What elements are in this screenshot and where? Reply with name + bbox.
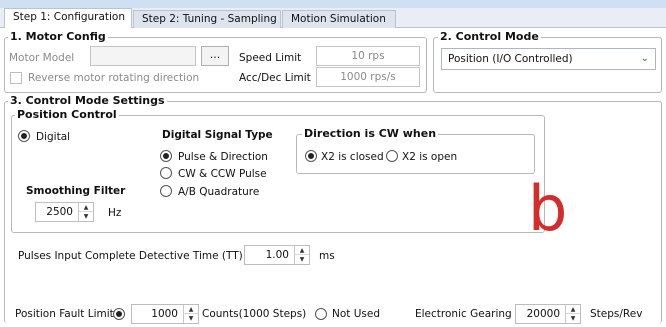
reverse-direction-checkbox[interactable] bbox=[10, 72, 22, 84]
spin-up-icon[interactable]: ▲ bbox=[184, 305, 198, 314]
spin-up-icon[interactable]: ▲ bbox=[79, 203, 93, 212]
digital-label: Digital bbox=[36, 131, 71, 143]
acc-dec-limit-label: Acc/Dec Limit bbox=[239, 72, 311, 84]
speed-limit-field[interactable]: 10 rps bbox=[316, 46, 420, 66]
electronic-gearing-unit: Steps/Rev bbox=[590, 308, 643, 320]
smoothing-spinner[interactable]: 2500 ▲ ▼ bbox=[35, 202, 94, 222]
pulses-input-value: 1.00 bbox=[265, 249, 289, 261]
window-top-strip bbox=[0, 0, 666, 8]
electronic-gearing-value: 20000 bbox=[526, 308, 560, 320]
motor-model-label: Motor Model bbox=[9, 52, 75, 64]
digital-radio[interactable] bbox=[18, 130, 30, 142]
overlay-letter: b bbox=[528, 172, 568, 245]
pulse-direction-radio[interactable] bbox=[160, 150, 172, 162]
spin-down-icon[interactable]: ▼ bbox=[295, 255, 309, 264]
cw-ccw-label: CW & CCW Pulse bbox=[178, 168, 267, 180]
pulses-input-spinner[interactable]: 1.00 ▲ ▼ bbox=[244, 245, 310, 265]
direction-legend: Direction is CW when bbox=[302, 127, 439, 140]
fault-limit-label: Position Fault Limit bbox=[15, 308, 114, 320]
spin-up-icon[interactable]: ▲ bbox=[566, 305, 580, 314]
tab-configuration[interactable]: Step 1: Configuration bbox=[4, 8, 132, 29]
speed-limit-label: Speed Limit bbox=[239, 52, 302, 64]
spin-up-icon[interactable]: ▲ bbox=[295, 246, 309, 255]
smoothing-unit: Hz bbox=[108, 207, 122, 219]
signal-type-title: Digital Signal Type bbox=[162, 129, 273, 141]
pulses-input-arrows[interactable]: ▲ ▼ bbox=[294, 246, 309, 264]
fault-limit-arrows[interactable]: ▲ ▼ bbox=[183, 305, 198, 323]
motor-config-legend: 1. Motor Config bbox=[8, 30, 108, 43]
fault-limit-unit: Counts(1000 Steps) bbox=[202, 308, 307, 320]
cw-ccw-radio[interactable] bbox=[160, 167, 172, 179]
ab-quadrature-label: A/B Quadrature bbox=[178, 186, 260, 198]
spin-down-icon[interactable]: ▼ bbox=[79, 212, 93, 221]
motor-model-field[interactable] bbox=[90, 46, 196, 66]
x2-open-label: X2 is open bbox=[402, 151, 458, 163]
electronic-gearing-label: Electronic Gearing bbox=[415, 308, 512, 320]
x2-closed-label: X2 is closed bbox=[321, 151, 384, 163]
pulse-direction-label: Pulse & Direction bbox=[178, 151, 268, 163]
x2-closed-radio[interactable] bbox=[305, 150, 317, 162]
tab-tuning-sampling[interactable]: Step 2: Tuning - Sampling bbox=[133, 10, 281, 28]
electronic-gearing-arrows[interactable]: ▲ ▼ bbox=[565, 305, 580, 323]
chevron-down-icon: ⌄ bbox=[640, 53, 649, 64]
not-used-radio[interactable] bbox=[315, 308, 327, 320]
pulses-input-label: Pulses Input Complete Detective Time (TT… bbox=[18, 250, 243, 262]
spin-down-icon[interactable]: ▼ bbox=[566, 314, 580, 323]
control-mode-settings-legend: 3. Control Mode Settings bbox=[8, 94, 167, 107]
smoothing-title: Smoothing Filter bbox=[26, 185, 126, 197]
spin-down-icon[interactable]: ▼ bbox=[184, 314, 198, 323]
fault-limit-radio[interactable] bbox=[113, 308, 125, 320]
pulses-input-unit: ms bbox=[319, 250, 335, 262]
reverse-direction-label: Reverse motor rotating direction bbox=[28, 72, 200, 84]
ab-quadrature-radio[interactable] bbox=[160, 185, 172, 197]
not-used-label: Not Used bbox=[332, 308, 381, 320]
smoothing-value: 2500 bbox=[46, 206, 73, 218]
fault-limit-spinner[interactable]: 1000 ▲ ▼ bbox=[131, 304, 199, 324]
browse-motor-button[interactable]: ... bbox=[201, 46, 229, 66]
x2-open-radio[interactable] bbox=[386, 150, 398, 162]
control-mode-legend: 2. Control Mode bbox=[438, 30, 541, 43]
acc-dec-limit-field[interactable]: 1000 rps/s bbox=[316, 67, 420, 87]
position-control-legend: Position Control bbox=[15, 108, 119, 121]
control-mode-selected: Position (I/O Controlled) bbox=[448, 53, 573, 65]
smoothing-arrows[interactable]: ▲ ▼ bbox=[78, 203, 93, 221]
control-mode-select[interactable]: Position (I/O Controlled) ⌄ bbox=[441, 48, 656, 70]
electronic-gearing-spinner[interactable]: 20000 ▲ ▼ bbox=[515, 304, 581, 324]
fault-limit-value: 1000 bbox=[151, 308, 178, 320]
tab-motion-simulation[interactable]: Motion Simulation bbox=[282, 10, 396, 28]
